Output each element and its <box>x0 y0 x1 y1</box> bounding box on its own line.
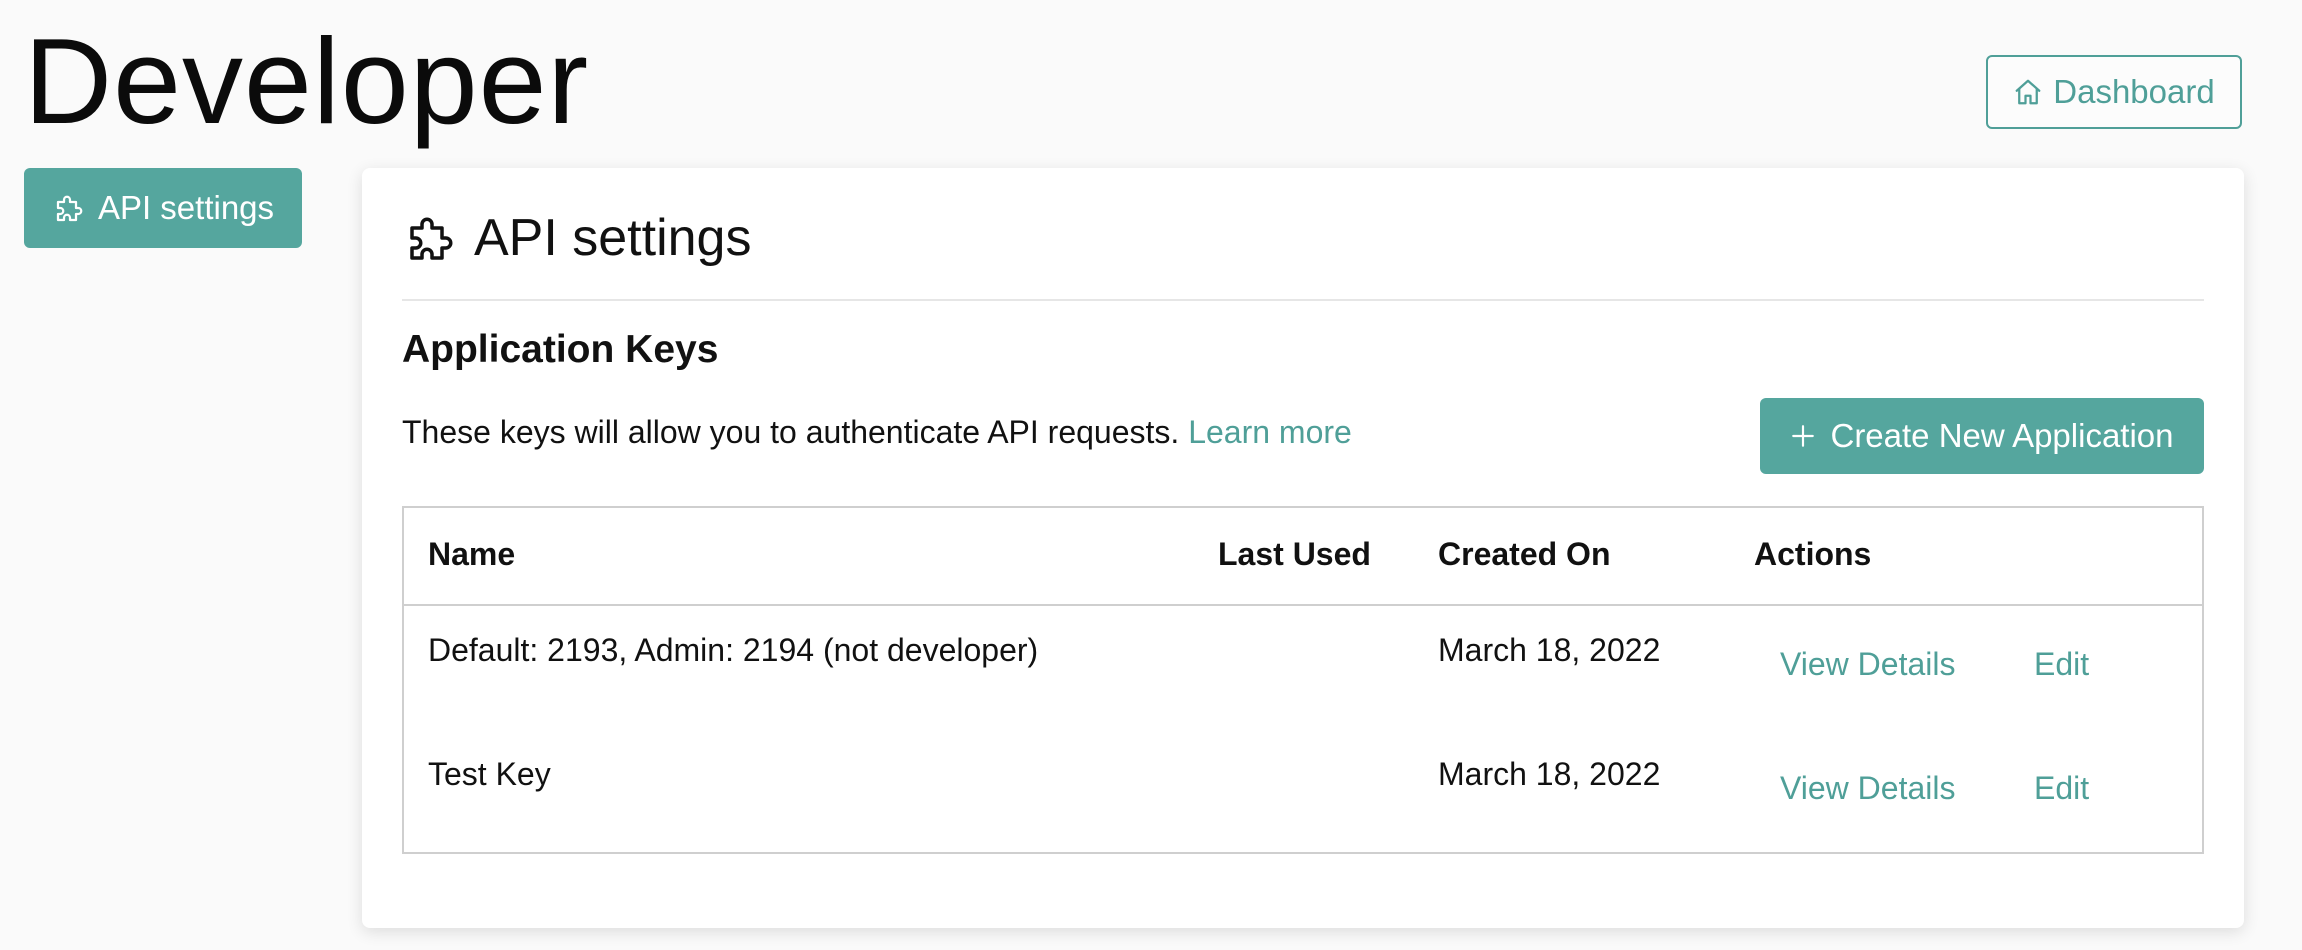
column-header-created-on: Created On <box>1438 536 1611 572</box>
puzzle-icon <box>52 190 88 226</box>
learn-more-link[interactable]: Learn more <box>1188 414 1352 450</box>
sidebar-item-label: API settings <box>97 189 275 226</box>
edit-link[interactable]: Edit <box>2034 646 2089 683</box>
puzzle-icon <box>402 208 462 268</box>
row-created-on: March 18, 2022 <box>1438 756 1661 792</box>
home-icon <box>2013 77 2043 107</box>
row-created-on: March 18, 2022 <box>1438 632 1661 668</box>
card-title: API settings <box>474 209 752 267</box>
dashboard-label: Dashboard <box>2053 73 2215 110</box>
table-row: Default: 2193, Admin: 2194 (not develope… <box>404 604 2202 728</box>
page-title: Developer <box>24 13 590 149</box>
sidebar-item-api-settings[interactable]: API settings <box>24 168 302 248</box>
view-details-link[interactable]: View Details <box>1780 646 1955 683</box>
row-name: Test Key <box>428 756 551 792</box>
column-header-last-used: Last Used <box>1218 536 1371 572</box>
api-settings-card: API settings Application Keys These keys… <box>362 168 2244 928</box>
table-row: Test Key March 18, 2022 View Details Edi… <box>404 728 2202 852</box>
divider <box>402 299 2204 301</box>
create-button-label: Create New Application <box>1830 417 2174 454</box>
view-details-link[interactable]: View Details <box>1780 770 1955 807</box>
row-name: Default: 2193, Admin: 2194 (not develope… <box>428 632 1039 668</box>
create-new-application-button[interactable]: Create New Application <box>1760 398 2204 474</box>
card-header: API settings <box>402 208 751 268</box>
dashboard-button[interactable]: Dashboard <box>1986 55 2242 129</box>
column-header-name: Name <box>428 536 516 572</box>
application-keys-table: Name Last Used Created On Actions Defaul… <box>402 506 2204 854</box>
section-title: Application Keys <box>402 328 719 371</box>
edit-link[interactable]: Edit <box>2034 770 2089 807</box>
description-text: These keys will allow you to authenticat… <box>402 414 1180 450</box>
column-header-actions: Actions <box>1754 536 1872 572</box>
table-header: Name Last Used Created On Actions <box>404 508 2202 606</box>
plus-icon <box>1790 423 1816 449</box>
description: These keys will allow you to authenticat… <box>402 414 1352 451</box>
